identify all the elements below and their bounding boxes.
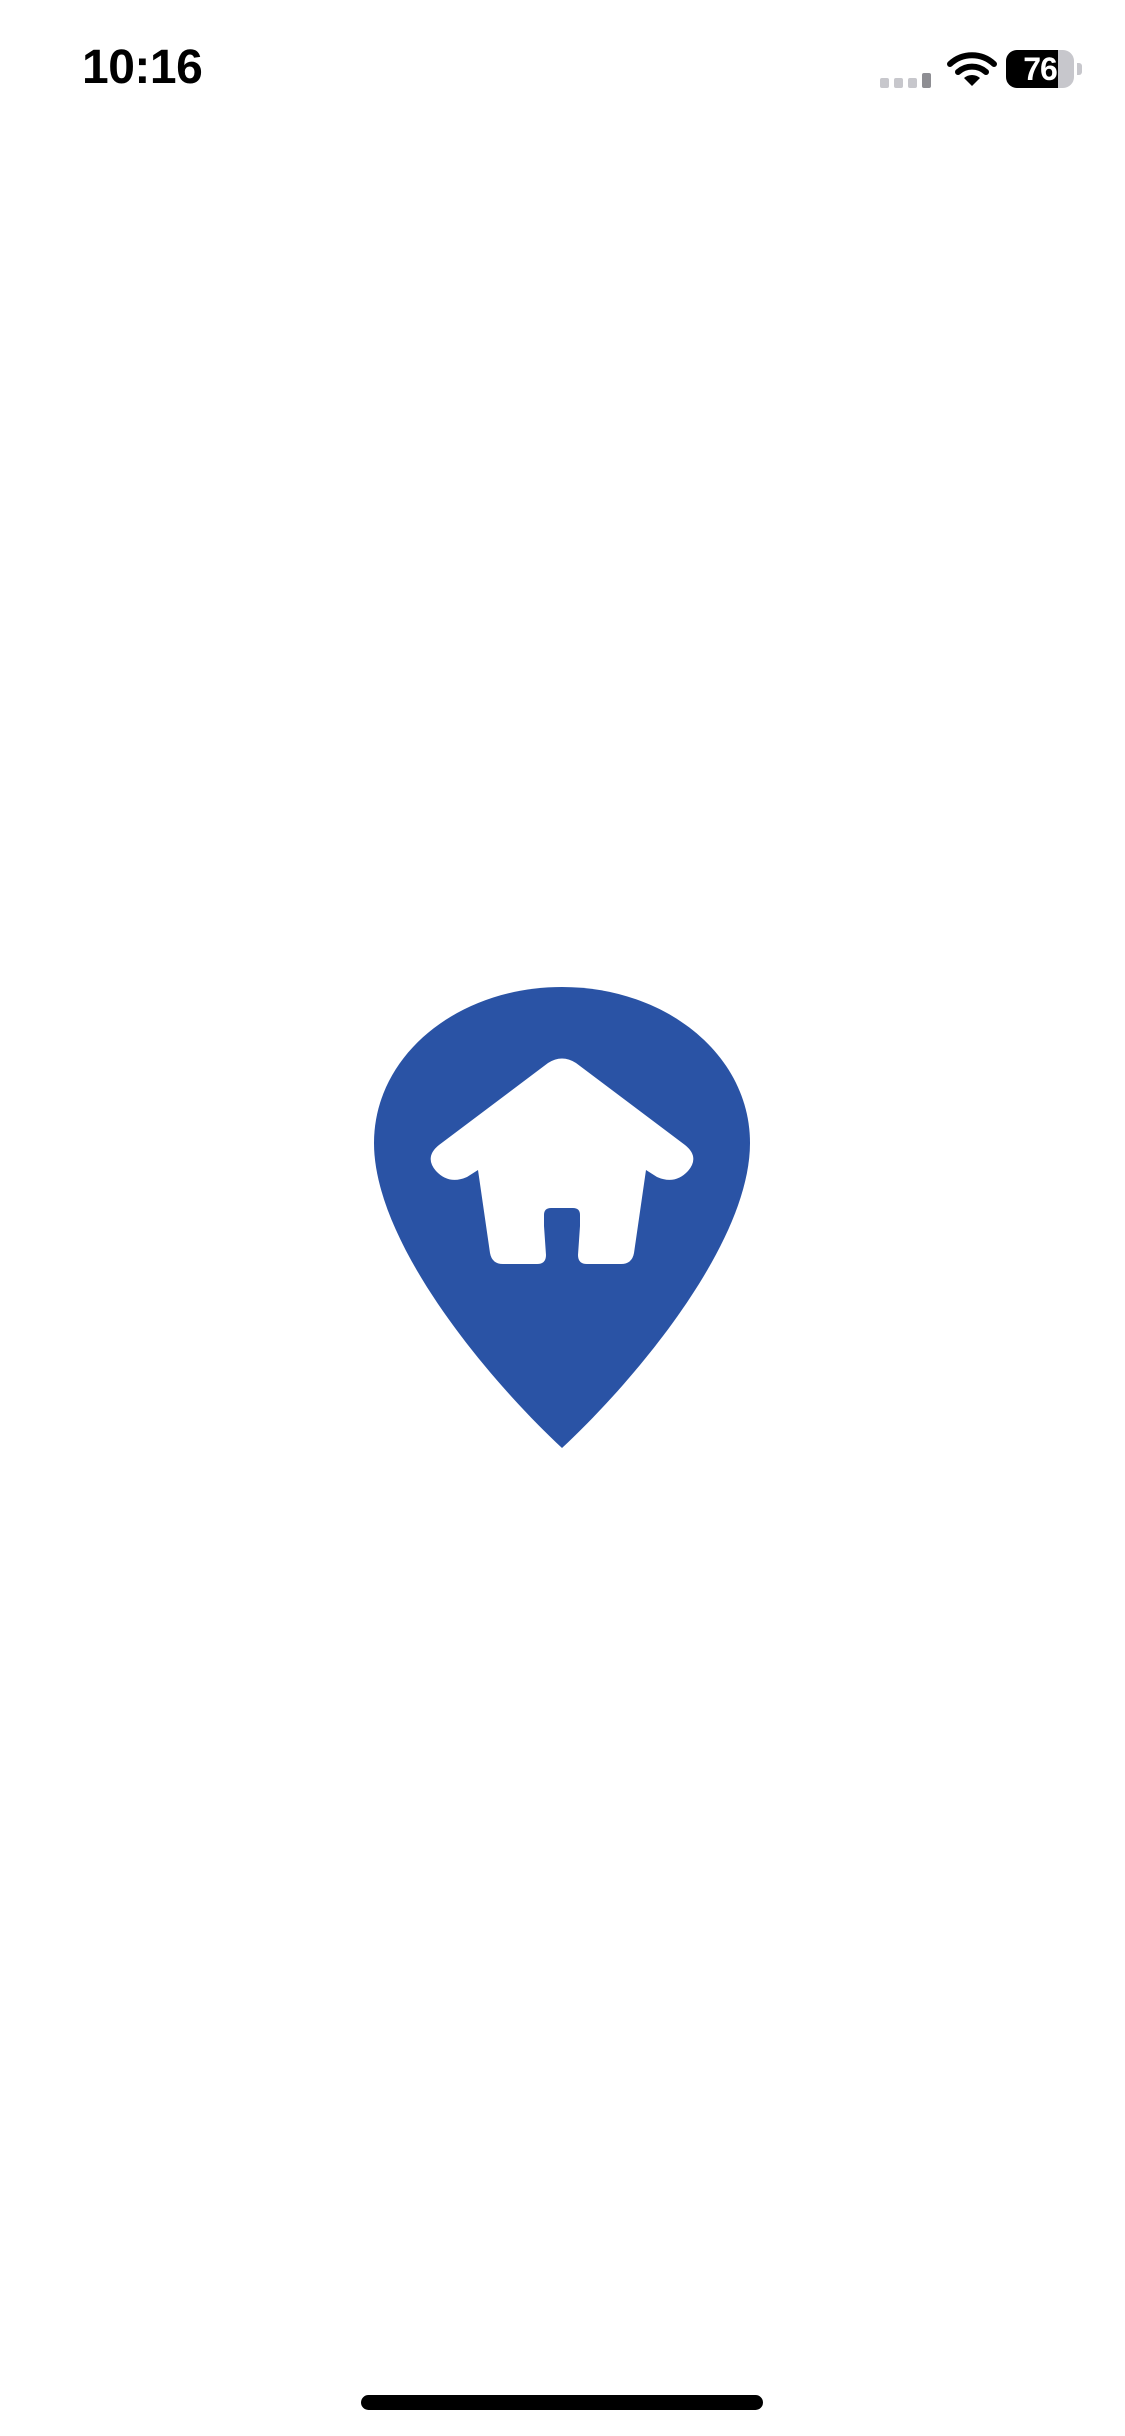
battery-body: 76 <box>1006 50 1074 88</box>
battery-cap <box>1077 63 1082 75</box>
cellular-signal-icon <box>880 73 931 88</box>
home-location-pin-icon <box>374 987 750 1448</box>
status-time: 10:16 <box>82 41 203 94</box>
battery-level: 76 <box>1023 51 1058 87</box>
home-indicator[interactable] <box>361 2395 763 2410</box>
splash-screen: 10:16 76 <box>0 0 1125 2436</box>
battery-icon: 76 <box>1006 50 1082 88</box>
status-bar: 10:16 76 <box>0 0 1125 140</box>
wifi-icon <box>947 52 997 86</box>
pin-shape <box>374 987 750 1448</box>
